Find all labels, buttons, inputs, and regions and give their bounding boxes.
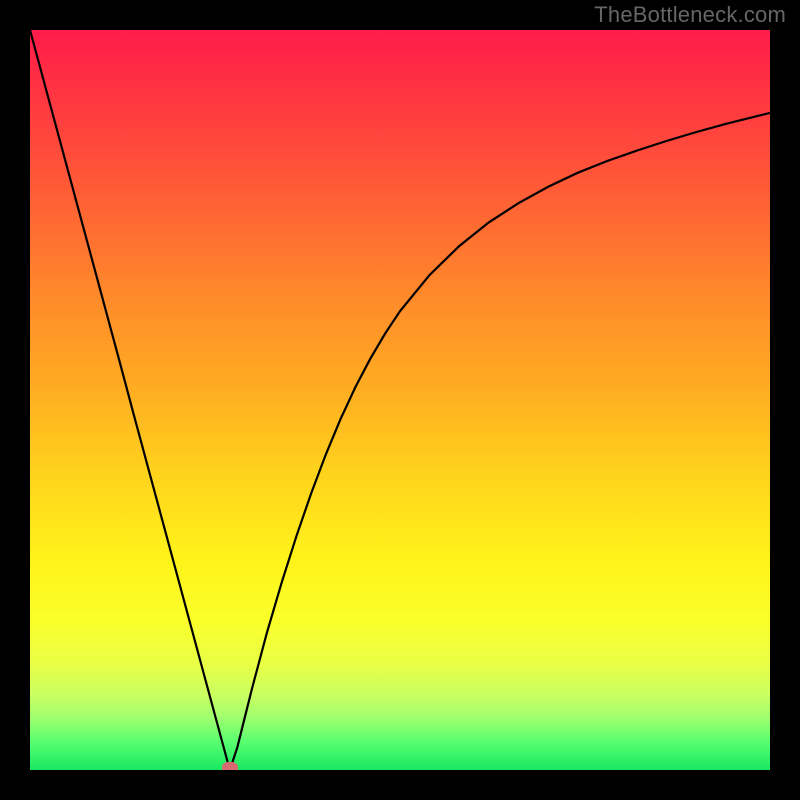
watermark-text: TheBottleneck.com — [594, 2, 786, 28]
minimum-marker — [222, 762, 238, 770]
curve-svg — [30, 30, 770, 770]
plot-area — [30, 30, 770, 770]
chart-frame: TheBottleneck.com — [0, 0, 800, 800]
curve-line — [30, 30, 770, 770]
